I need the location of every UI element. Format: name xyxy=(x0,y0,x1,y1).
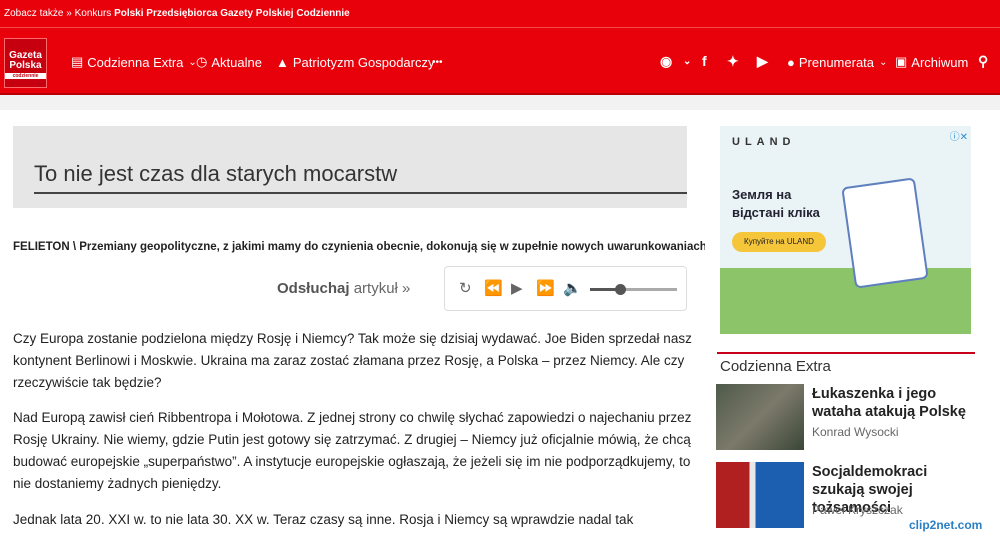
ad-close-icon[interactable]: ⓘ✕ xyxy=(950,128,968,143)
site-logo[interactable]: Gazeta Polska codziennie xyxy=(4,38,47,88)
chevron-down-icon[interactable]: ⌄ xyxy=(683,56,691,67)
sidebar: ULAND Земля на відстані кліка Купуйте на… xyxy=(705,110,1000,536)
card-thumbnail[interactable] xyxy=(716,462,804,528)
document-icon: ▤ xyxy=(71,54,84,69)
nav-item-aktualne[interactable]: ◷ Aktualne xyxy=(196,28,262,96)
archive-icon: ▣ xyxy=(895,54,908,69)
section-divider xyxy=(717,352,975,354)
play-icon[interactable]: ▶ xyxy=(511,279,523,297)
card-author[interactable]: Paweł Kryszczak xyxy=(812,503,903,517)
title-box: To nie jest czas dla starych mocarstw xyxy=(13,126,687,208)
facebook-icon[interactable]: f xyxy=(702,53,707,69)
main-navbar: Gazeta Polska codziennie ▤ Codzienna Ext… xyxy=(0,27,1000,95)
chevron-down-icon: ⌄ xyxy=(879,56,888,68)
nav-subscription[interactable]: ● Prenumerata ⌄ xyxy=(787,28,887,96)
card-title[interactable]: Łukaszenka i jego wataha atakują Polskę xyxy=(812,385,980,421)
nav-item-codzienna-extra[interactable]: ▤ Codzienna Extra ⌄ xyxy=(71,28,197,96)
card-thumbnail[interactable] xyxy=(716,384,804,450)
watermark: clip2net.com xyxy=(909,518,983,532)
clock-icon: ◷ xyxy=(196,54,208,69)
top-promo-bar: Zobacz także » Konkurs Polski Przedsiębi… xyxy=(0,0,1000,27)
ad-brand: ULAND xyxy=(732,136,796,148)
chart-icon: ▲ xyxy=(276,54,289,70)
article-title: To nie jest czas dla starych mocarstw xyxy=(34,161,398,186)
sidebar-section-title: Codzienna Extra xyxy=(720,358,831,375)
article-paragraph: Nad Europą zawisł cień Ribbentropa i Moł… xyxy=(13,410,692,491)
eye-icon[interactable]: ◉ xyxy=(660,53,672,70)
youtube-icon[interactable]: ▶ xyxy=(757,53,768,70)
audio-progress-slider[interactable] xyxy=(590,284,677,295)
fast-forward-icon[interactable]: ⏩ xyxy=(536,279,555,297)
more-menu-button[interactable]: ••• xyxy=(432,28,443,96)
replay-icon[interactable]: ↻ xyxy=(459,279,472,297)
promo-link[interactable]: Polski Przedsiębiorca Gazety Polskiej Co… xyxy=(114,8,350,19)
slider-handle[interactable] xyxy=(615,284,627,295)
article-paragraph: Jednak lata 20. XXI w. to nie lata 30. X… xyxy=(13,512,634,536)
card-author[interactable]: Konrad Wysocki xyxy=(812,425,899,439)
volume-icon[interactable]: 🔈 xyxy=(563,279,582,297)
promo-prefix: Zobacz także » Konkurs xyxy=(4,8,115,19)
search-icon[interactable]: ⚲ xyxy=(978,53,988,70)
advertisement[interactable]: ULAND Земля на відстані кліка Купуйте на… xyxy=(720,126,971,334)
article-column: To nie jest czas dla starych mocarstw FE… xyxy=(0,110,707,536)
title-underline xyxy=(34,192,687,194)
article-paragraph: Czy Europa zostanie podzielona między Ro… xyxy=(13,331,692,390)
ad-phone-illustration xyxy=(841,177,929,289)
ad-headline: Земля на відстані кліка xyxy=(732,187,820,220)
nav-item-patriotyzm[interactable]: ▲ Patriotyzm Gospodarczy xyxy=(276,28,434,96)
audio-player: ↻ ⏪ ▶ ⏩ 🔈 xyxy=(444,266,687,311)
twitter-icon[interactable]: ✦ xyxy=(727,53,739,70)
article-lead: FELIETON \ Przemiany geopolityczne, z ja… xyxy=(13,241,707,253)
rewind-icon[interactable]: ⏪ xyxy=(484,279,503,297)
ad-field-illustration xyxy=(720,268,971,334)
ad-cta-button[interactable]: Купуйте на ULAND xyxy=(732,232,826,252)
lock-icon: ● xyxy=(787,54,795,70)
listen-label: Odsłuchaj artykuł » xyxy=(277,280,411,297)
nav-archive[interactable]: ▣ Archiwum xyxy=(895,28,968,96)
